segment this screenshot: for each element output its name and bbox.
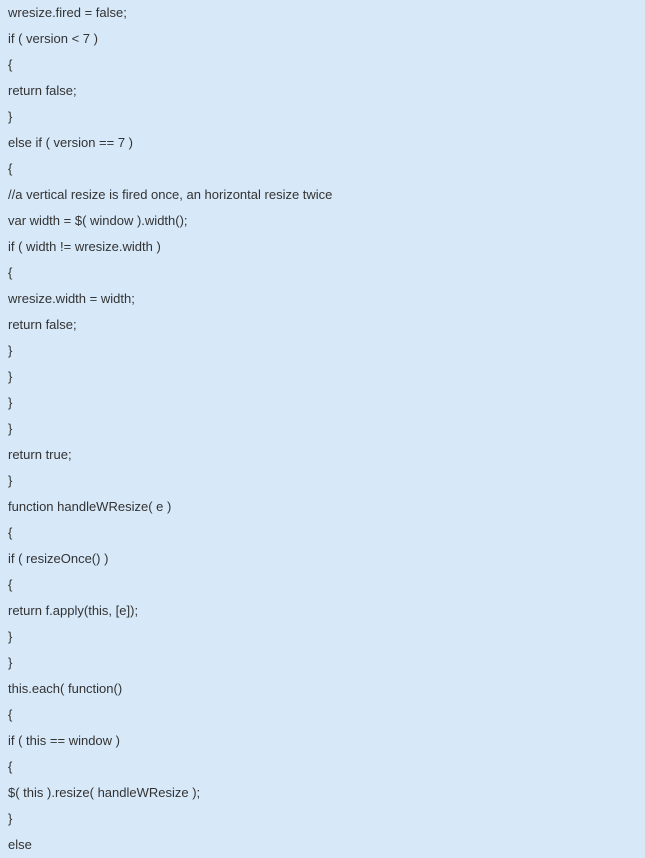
code-line: {	[8, 156, 637, 182]
code-line: {	[8, 754, 637, 780]
code-line: function handleWResize( e )	[8, 494, 637, 520]
code-line: {	[8, 572, 637, 598]
code-line: }	[8, 468, 637, 494]
code-line: if ( version < 7 )	[8, 26, 637, 52]
code-line: var width = $( window ).width();	[8, 208, 637, 234]
code-line: }	[8, 338, 637, 364]
code-line: }	[8, 624, 637, 650]
code-line: }	[8, 806, 637, 832]
code-line: //a vertical resize is fired once, an ho…	[8, 182, 637, 208]
code-line: else if ( version == 7 )	[8, 130, 637, 156]
code-line: return false;	[8, 312, 637, 338]
code-line: this.each( function()	[8, 676, 637, 702]
code-line: if ( this == window )	[8, 728, 637, 754]
code-line: else	[8, 832, 637, 858]
code-line: wresize.fired = false;	[8, 0, 637, 26]
code-line: {	[8, 260, 637, 286]
code-line: }	[8, 364, 637, 390]
code-line: return true;	[8, 442, 637, 468]
code-line: }	[8, 650, 637, 676]
code-line: return false;	[8, 78, 637, 104]
code-line: return f.apply(this, [e]);	[8, 598, 637, 624]
code-line: $( this ).resize( handleWResize );	[8, 780, 637, 806]
code-line: }	[8, 104, 637, 130]
code-line: }	[8, 390, 637, 416]
code-line: if ( resizeOnce() )	[8, 546, 637, 572]
code-line: if ( width != wresize.width )	[8, 234, 637, 260]
code-line: wresize.width = width;	[8, 286, 637, 312]
code-line: {	[8, 520, 637, 546]
code-line: {	[8, 52, 637, 78]
code-line: }	[8, 416, 637, 442]
code-line: {	[8, 702, 637, 728]
